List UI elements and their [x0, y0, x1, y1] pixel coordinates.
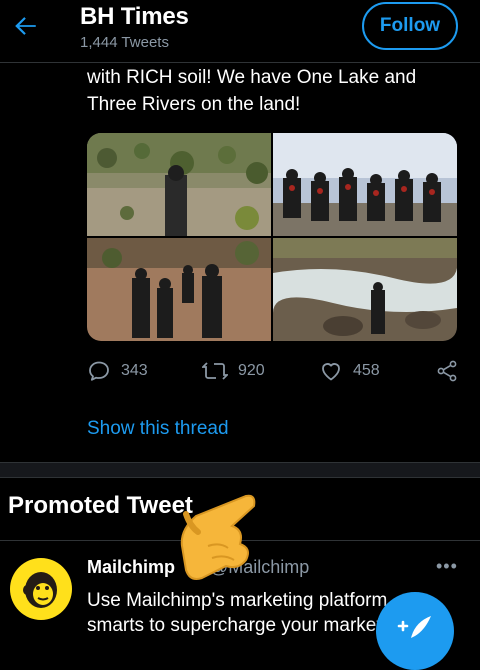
section-divider — [0, 462, 480, 478]
tweet-text: with RICH soil! We have One Lake and Thr… — [87, 67, 417, 115]
top-bar: BH Times 1,444 Tweets Follow — [0, 0, 480, 63]
tweet-photo-2[interactable] — [273, 133, 457, 236]
follow-button[interactable]: Follow — [362, 2, 458, 50]
reply-count: 343 — [121, 362, 148, 379]
mailchimp-freddie-logo — [23, 572, 57, 608]
share-button[interactable] — [435, 356, 459, 386]
show-thread-link[interactable]: Show this thread — [87, 418, 229, 440]
back-button[interactable] — [10, 10, 42, 42]
arrow-left-icon — [15, 17, 36, 35]
retweet-button[interactable]: 920 — [202, 356, 265, 386]
tweet-photo-1[interactable] — [87, 133, 271, 236]
promoted-section-title: Promoted Tweet — [8, 492, 193, 519]
share-icon — [437, 360, 457, 382]
retweet-icon — [202, 362, 228, 380]
retweet-count: 920 — [238, 362, 265, 379]
like-count: 458 — [353, 362, 380, 379]
promoted-account-name[interactable]: Mailchimp — [87, 557, 175, 578]
more-icon[interactable]: ••• — [436, 556, 458, 577]
heart-icon — [322, 363, 340, 381]
reply-button[interactable]: 343 — [87, 356, 148, 386]
tweet-photo-3[interactable] — [87, 238, 271, 341]
tweet-media-grid[interactable] — [87, 133, 457, 341]
tweet-actions: 343 920 458 — [87, 356, 467, 386]
like-button[interactable]: 458 — [319, 356, 380, 386]
tweet-photo-4[interactable] — [273, 238, 457, 341]
compose-tweet-button[interactable] — [376, 592, 454, 670]
avatar[interactable] — [10, 558, 72, 620]
tweet-count: 1,444 Tweets — [80, 34, 169, 51]
profile-title: BH Times — [80, 3, 189, 30]
reply-icon — [89, 361, 109, 381]
pointing-hand-emoji — [180, 494, 256, 580]
compose-icon — [397, 616, 431, 638]
